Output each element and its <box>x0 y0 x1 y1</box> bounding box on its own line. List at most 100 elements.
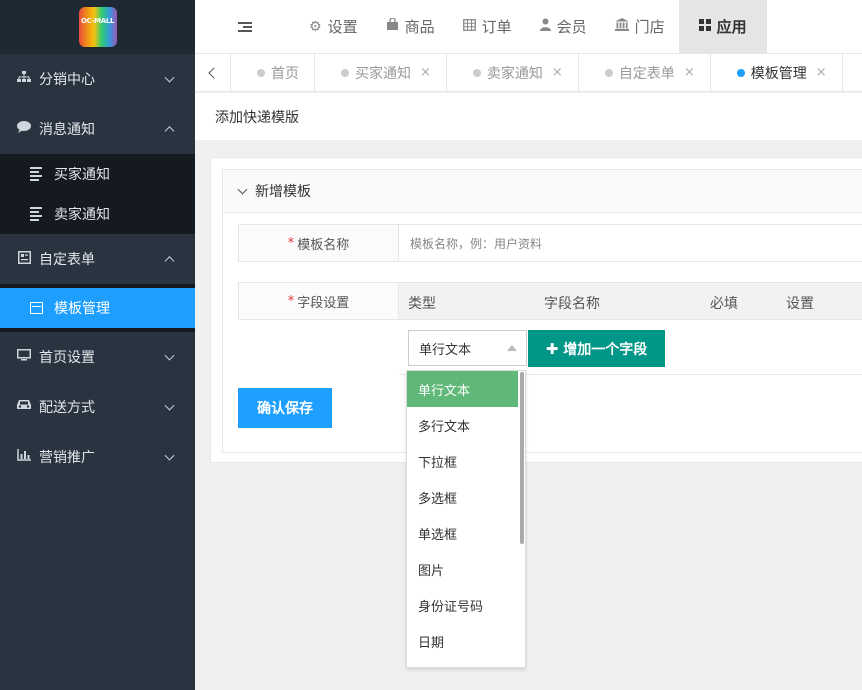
submenu-custom-form: 模板管理 <box>0 284 195 332</box>
sidebar-subitem-label: 卖家通知 <box>54 207 110 223</box>
chevron-down-icon <box>164 400 175 411</box>
submenu-notifications: 买家通知 卖家通知 <box>0 154 195 234</box>
bar-chart-icon <box>15 449 33 465</box>
monitor-icon <box>15 349 33 365</box>
save-button[interactable]: 确认保存 <box>238 388 332 428</box>
sidebar-item-delivery[interactable]: 配送方式 <box>0 382 195 432</box>
tab-custom-form[interactable]: 自定表单 × <box>579 54 711 91</box>
field-type-dropdown: 单行文本 多行文本 下拉框 多选框 单选框 图片 身份证号码 日期 <box>406 370 526 668</box>
tab-buyer-notice[interactable]: 买家通知 × <box>315 54 447 91</box>
close-icon[interactable]: × <box>816 65 827 80</box>
template-name-input[interactable]: 模板名称，例：用户资料 <box>399 224 862 262</box>
sidebar-toggle-button[interactable] <box>195 21 295 32</box>
dropdown-option[interactable]: 多行文本 <box>407 407 525 443</box>
card-header[interactable]: 新增模板 <box>223 170 862 213</box>
sidebar-subitem-template-manage[interactable]: 模板管理 <box>0 288 195 328</box>
content-panel: 新增模板 * 模板名称 模板名称，例：用户资料 * 字段设置 类型 字段名称 必… <box>210 157 862 463</box>
sidebar-subitem-seller-notice[interactable]: 卖家通知 <box>0 194 195 234</box>
page-title: 添加快递模版 <box>215 109 299 126</box>
tab-scroll-left-button[interactable] <box>195 54 231 91</box>
dropdown-option[interactable]: 多选框 <box>407 479 525 515</box>
sidebar-item-home-settings[interactable]: 首页设置 <box>0 332 195 382</box>
logo[interactable]: OC-MALL <box>78 7 117 47</box>
close-icon[interactable]: × <box>552 65 563 80</box>
tab-label: 自定表单 <box>618 65 675 82</box>
column-header-required: 必填 <box>710 296 738 312</box>
nav-item-label: 会员 <box>556 18 587 36</box>
sidebar: OC-MALL 分销中心 消息通知 买家通知 卖家通知 自定表单 模板管理 首页… <box>0 0 195 690</box>
page-title-bar: 添加快递模版 <box>195 93 862 140</box>
chevron-up-icon <box>164 256 175 267</box>
dropdown-option[interactable]: 日期 <box>407 623 525 659</box>
nav-item-apps[interactable]: 应用 <box>678 0 767 54</box>
template-form-card: 新增模板 * 模板名称 模板名称，例：用户资料 * 字段设置 类型 字段名称 必… <box>222 169 862 453</box>
required-mark: * <box>287 293 295 309</box>
nav-item-label: 门店 <box>634 18 665 36</box>
column-header-settings: 设置 <box>786 296 814 312</box>
chevron-down-icon <box>237 184 248 194</box>
sidebar-item-custom-form[interactable]: 自定表单 <box>0 234 195 284</box>
chevron-down-icon <box>164 450 175 461</box>
gears-icon: ⚙ <box>309 18 322 35</box>
tab-dot-icon <box>472 68 481 77</box>
sidebar-item-label: 分销中心 <box>39 72 95 88</box>
sidebar-item-label: 消息通知 <box>39 122 95 138</box>
dropdown-option[interactable]: 单选框 <box>407 515 525 551</box>
tab-template-manage[interactable]: 模板管理 × <box>711 54 843 91</box>
sidebar-item-distribution[interactable]: 分销中心 <box>0 54 195 104</box>
close-icon[interactable]: × <box>684 65 695 80</box>
tab-dot-icon <box>604 68 613 77</box>
template-name-label: * 模板名称 <box>238 224 399 262</box>
chevron-up-icon <box>164 126 175 137</box>
nav-item-members[interactable]: 会员 <box>526 0 601 54</box>
close-icon[interactable]: × <box>420 65 431 80</box>
sidebar-subitem-label: 模板管理 <box>54 301 110 317</box>
align-left-icon <box>30 167 44 181</box>
dropdown-option[interactable]: 下拉框 <box>407 443 525 479</box>
sidebar-item-marketing[interactable]: 营销推广 <box>0 432 195 482</box>
sidebar-subitem-buyer-notice[interactable]: 买家通知 <box>0 154 195 194</box>
tab-dot-icon <box>257 68 265 77</box>
dropdown-option[interactable]: 单行文本 <box>407 371 518 407</box>
sidebar-item-label: 首页设置 <box>39 350 95 366</box>
tab-seller-notice[interactable]: 卖家通知 × <box>447 54 579 91</box>
dropdown-scrollbar[interactable] <box>520 372 524 544</box>
nav-item-orders[interactable]: 订单 <box>449 0 526 54</box>
template-name-label-text: 模板名称 <box>297 237 350 253</box>
sidebar-item-label: 自定表单 <box>39 252 95 268</box>
tab-dot-icon <box>341 68 349 77</box>
nav-item-label: 订单 <box>481 18 512 36</box>
sidebar-item-notifications[interactable]: 消息通知 <box>0 104 195 154</box>
apps-icon <box>698 18 711 35</box>
card-title: 新增模板 <box>255 184 311 200</box>
field-table-header: 类型 字段名称 必填 设置 <box>399 282 862 320</box>
nav-item-stores[interactable]: 门店 <box>601 0 679 54</box>
dropdown-option[interactable]: 身份证号码 <box>407 587 525 623</box>
add-field-button[interactable]: ✚ 增加一个字段 <box>528 330 665 367</box>
nav-item-products[interactable]: 商品 <box>372 0 449 54</box>
tab-label: 模板管理 <box>750 65 807 82</box>
field-settings-label-text: 字段设置 <box>297 295 350 311</box>
align-left-icon <box>30 207 44 221</box>
tab-label: 买家通知 <box>355 65 411 82</box>
sidebar-item-label: 配送方式 <box>39 400 95 416</box>
shopping-bag-icon <box>386 17 399 35</box>
calendar-icon <box>30 302 43 314</box>
logo-text: OC-MALL <box>80 17 115 25</box>
tab-home[interactable]: 首页 <box>231 54 315 91</box>
plus-icon: ✚ <box>545 339 559 358</box>
required-mark: * <box>287 235 295 251</box>
caret-up-icon <box>507 345 517 351</box>
nav-item-settings[interactable]: ⚙ 设置 <box>295 0 372 54</box>
nav-item-label: 应用 <box>716 18 747 36</box>
sitemap-icon <box>15 71 33 87</box>
chevron-left-icon <box>208 66 220 79</box>
sidebar-subitem-label: 买家通知 <box>54 167 110 183</box>
user-icon <box>539 18 551 35</box>
bank-icon <box>614 18 629 35</box>
comment-icon <box>15 121 33 137</box>
form-icon <box>15 250 33 268</box>
field-type-select[interactable]: 单行文本 <box>408 330 527 366</box>
indent-icon <box>238 21 252 32</box>
dropdown-option[interactable]: 图片 <box>407 551 525 587</box>
